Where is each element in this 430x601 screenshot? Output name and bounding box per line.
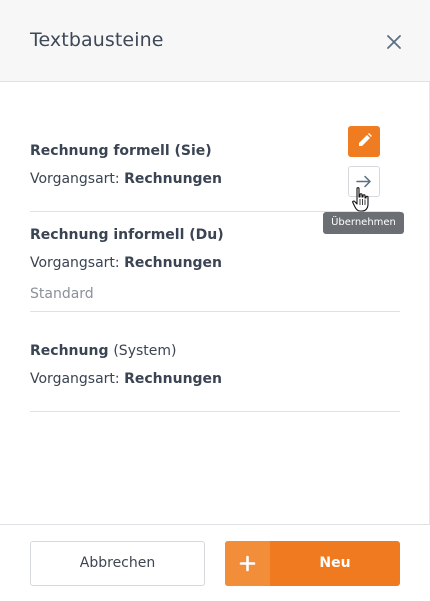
new-button-plus-area bbox=[225, 541, 270, 586]
standard-badge: Standard bbox=[30, 286, 94, 302]
apply-tooltip: Übernehmen bbox=[323, 212, 404, 234]
item-title-text: Rechnung formell (Sie) bbox=[30, 143, 212, 159]
item-type: Vorgangsart: Rechnungen bbox=[30, 371, 222, 387]
new-button-label: Neu bbox=[319, 555, 351, 571]
item-title-suffix: (System) bbox=[113, 343, 177, 359]
new-button[interactable]: Neu bbox=[225, 541, 400, 586]
item-title-text: Rechnung bbox=[30, 343, 109, 359]
item-type-value: Rechnungen bbox=[124, 171, 223, 187]
item-title: Rechnung informell (Du) bbox=[30, 227, 224, 243]
item-type-value: Rechnungen bbox=[124, 371, 223, 387]
item-type-label: Vorgangsart: bbox=[30, 255, 120, 271]
list-item[interactable]: Rechnung informell (Du) Vorgangsart: Rec… bbox=[30, 227, 400, 312]
close-button[interactable] bbox=[383, 31, 405, 53]
textbausteine-dialog: Textbausteine Rechnung formell (Sie) Vor… bbox=[0, 0, 430, 601]
cancel-button[interactable]: Abbrechen bbox=[30, 541, 205, 586]
list-item[interactable]: Rechnung formell (Sie) Vorgangsart: Rech… bbox=[30, 143, 400, 212]
plus-icon bbox=[239, 555, 256, 572]
dialog-header: Textbausteine bbox=[0, 0, 430, 82]
close-icon bbox=[387, 35, 401, 49]
dialog-title: Textbausteine bbox=[30, 29, 164, 51]
pencil-icon bbox=[359, 133, 372, 146]
item-title: Rechnung (System) bbox=[30, 343, 176, 359]
item-type: Vorgangsart: Rechnungen bbox=[30, 171, 222, 187]
edit-button[interactable] bbox=[348, 126, 380, 157]
hand-cursor-icon bbox=[352, 187, 369, 212]
item-type-value: Rechnungen bbox=[124, 255, 223, 271]
item-type-label: Vorgangsart: bbox=[30, 171, 120, 187]
item-type-label: Vorgangsart: bbox=[30, 371, 120, 387]
item-title: Rechnung formell (Sie) bbox=[30, 143, 212, 159]
item-title-text: Rechnung informell (Du) bbox=[30, 227, 224, 243]
item-type: Vorgangsart: Rechnungen bbox=[30, 255, 222, 271]
list-item[interactable]: Rechnung (System) Vorgangsart: Rechnunge… bbox=[30, 343, 400, 412]
